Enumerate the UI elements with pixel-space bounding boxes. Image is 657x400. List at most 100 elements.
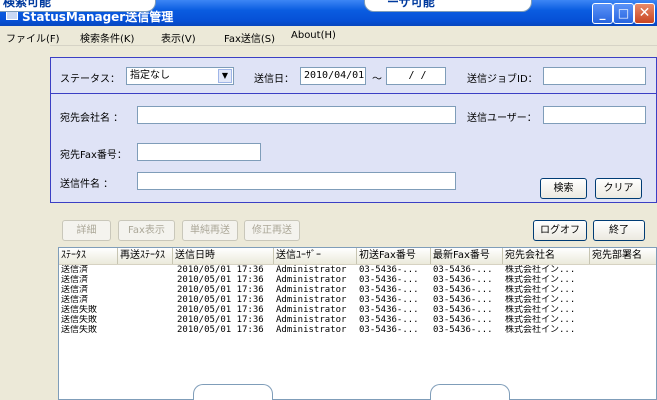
- table-row[interactable]: 送信済 2010/05/01 17:36 Administrator 03-5436-…: [59, 265, 656, 275]
- table-row[interactable]: 送信失敗 2010/05/01 17:36 Administrator 03-5436…: [59, 305, 656, 315]
- cell-latest-fax: 03-5436-...: [433, 295, 493, 305]
- send-date-label: 送信日：: [254, 74, 294, 85]
- subject-input[interactable]: [137, 172, 456, 190]
- cell-status: 送信済: [61, 275, 89, 285]
- cell-sender-user: Administrator: [276, 295, 347, 305]
- exit-button[interactable]: 終了: [593, 220, 645, 241]
- status-select[interactable]: 指定なし ▼: [126, 67, 234, 85]
- minimize-button[interactable]: _: [592, 3, 613, 24]
- app-window: StatusManager送信管理 _ □ ✕ ファイル(F) 検索条件(K) …: [0, 0, 657, 400]
- left-margin: [0, 45, 50, 400]
- bottom-callout-right: [430, 384, 510, 400]
- cell-company: 株式会社イン...: [505, 305, 576, 315]
- cell-send-datetime: 2010/05/01 17:36: [177, 265, 264, 275]
- subject-label: 送信件名 ：: [60, 179, 114, 190]
- callout-capable: ーザ可能: [364, 0, 532, 12]
- table-row[interactable]: 送信失敗 2010/05/01 17:36 Administrator 03-5436…: [59, 325, 656, 335]
- menu-view[interactable]: 表示(V): [161, 30, 196, 45]
- clear-button[interactable]: クリア: [595, 178, 642, 199]
- cell-first-fax: 03-5436-...: [359, 265, 419, 275]
- company-input[interactable]: [137, 106, 456, 124]
- column-header-sender-user[interactable]: 送信ﾕｰｻﾞｰ: [274, 248, 357, 264]
- send-date-to-input[interactable]: / /: [386, 67, 446, 85]
- cell-sender-user: Administrator: [276, 325, 347, 335]
- menu-about[interactable]: About(H): [291, 30, 336, 41]
- cell-company: 株式会社イン...: [505, 285, 576, 295]
- table-row[interactable]: 送信失敗 2010/05/01 17:36 Administrator 03-5436…: [59, 315, 656, 325]
- cell-send-datetime: 2010/05/01 17:36: [177, 285, 264, 295]
- column-header-send-datetime[interactable]: 送信日時: [173, 248, 274, 264]
- list-header: ｽﾃｰﾀｽ 再送ｽﾃｰﾀｽ 送信日時 送信ﾕｰｻﾞｰ 初送Fax番号 最新Fax…: [59, 248, 656, 265]
- cell-first-fax: 03-5436-...: [359, 285, 419, 295]
- single-resend-button[interactable]: 単純再送: [182, 220, 238, 241]
- cell-first-fax: 03-5436-...: [359, 315, 419, 325]
- table-row[interactable]: 送信済 2010/05/01 17:36 Administrator 03-5436-…: [59, 285, 656, 295]
- job-id-label: 送信ジョブID：: [467, 74, 538, 85]
- close-button[interactable]: ✕: [634, 3, 655, 24]
- menu-search-conditions[interactable]: 検索条件(K): [80, 30, 134, 45]
- cell-sender-user: Administrator: [276, 275, 347, 285]
- cell-status: 送信済: [61, 295, 89, 305]
- fax-number-input[interactable]: [137, 143, 261, 161]
- job-id-input[interactable]: [543, 67, 646, 85]
- menu-file[interactable]: ファイル(F): [6, 30, 60, 45]
- modify-resend-button[interactable]: 修正再送: [244, 220, 300, 241]
- cell-sender-user: Administrator: [276, 315, 347, 325]
- cell-status: 送信失敗: [61, 325, 98, 335]
- cell-sender-user: Administrator: [276, 285, 347, 295]
- column-header-first-fax[interactable]: 初送Fax番号: [357, 248, 431, 264]
- menu-bar: ファイル(F) 検索条件(K) 表示(V) Fax送信(S) About(H): [0, 26, 657, 46]
- cell-latest-fax: 03-5436-...: [433, 305, 493, 315]
- cell-send-datetime: 2010/05/01 17:36: [177, 315, 264, 325]
- search-panel-bottom: 宛先会社名 ： 送信ユーザー： 宛先Fax番号： 送信件名 ： 検索 クリア: [50, 93, 657, 203]
- status-label: ステータス：: [60, 74, 120, 85]
- column-header-resend-status[interactable]: 再送ｽﾃｰﾀｽ: [118, 248, 173, 264]
- column-header-latest-fax[interactable]: 最新Fax番号: [431, 248, 503, 264]
- cell-latest-fax: 03-5436-...: [433, 325, 493, 335]
- cell-first-fax: 03-5436-...: [359, 275, 419, 285]
- cell-company: 株式会社イン...: [505, 295, 576, 305]
- column-header-status[interactable]: ｽﾃｰﾀｽ: [59, 248, 118, 264]
- cell-sender-user: Administrator: [276, 265, 347, 275]
- column-header-company[interactable]: 宛先会社名: [503, 248, 590, 264]
- bottom-callout-left: [193, 384, 273, 400]
- fax-number-label: 宛先Fax番号：: [60, 150, 127, 161]
- cell-latest-fax: 03-5436-...: [433, 265, 493, 275]
- chevron-down-icon[interactable]: ▼: [218, 69, 232, 83]
- send-date-from-input[interactable]: 2010/04/01: [300, 67, 366, 85]
- cell-latest-fax: 03-5436-...: [433, 275, 493, 285]
- table-row[interactable]: 送信済 2010/05/01 17:36 Administrator 03-5436-…: [59, 275, 656, 285]
- status-select-value: 指定なし: [130, 70, 170, 81]
- maximize-button[interactable]: □: [613, 3, 634, 24]
- callout-searchable: 検索可能: [0, 0, 156, 12]
- logoff-button[interactable]: ログオフ: [533, 220, 587, 241]
- cell-send-datetime: 2010/05/01 17:36: [177, 295, 264, 305]
- search-panel-top: ステータス： 指定なし ▼ 送信日： 2010/04/01 〜 / / 送信ジョ…: [50, 57, 657, 94]
- cell-status: 送信済: [61, 285, 89, 295]
- cell-sender-user: Administrator: [276, 305, 347, 315]
- cell-company: 株式会社イン...: [505, 315, 576, 325]
- cell-first-fax: 03-5436-...: [359, 325, 419, 335]
- cell-company: 株式会社イン...: [505, 325, 576, 335]
- cell-status: 送信済: [61, 265, 89, 275]
- cell-send-datetime: 2010/05/01 17:36: [177, 325, 264, 335]
- search-button[interactable]: 検索: [540, 178, 587, 199]
- cell-status: 送信失敗: [61, 305, 98, 315]
- cell-status: 送信失敗: [61, 315, 98, 325]
- sender-user-label: 送信ユーザー：: [467, 113, 537, 124]
- cell-first-fax: 03-5436-...: [359, 305, 419, 315]
- cell-latest-fax: 03-5436-...: [433, 285, 493, 295]
- column-header-department[interactable]: 宛先部署名: [590, 248, 656, 264]
- results-list[interactable]: ｽﾃｰﾀｽ 再送ｽﾃｰﾀｽ 送信日時 送信ﾕｰｻﾞｰ 初送Fax番号 最新Fax…: [58, 247, 657, 400]
- cell-latest-fax: 03-5436-...: [433, 315, 493, 325]
- detail-button[interactable]: 詳細: [62, 220, 111, 241]
- table-row[interactable]: 送信済 2010/05/01 17:36 Administrator 03-5436-…: [59, 295, 656, 305]
- fax-view-button[interactable]: Fax表示: [118, 220, 175, 241]
- date-range-separator: 〜: [372, 74, 382, 85]
- cell-first-fax: 03-5436-...: [359, 295, 419, 305]
- menu-fax-send[interactable]: Fax送信(S): [224, 30, 275, 45]
- cell-send-datetime: 2010/05/01 17:36: [177, 275, 264, 285]
- sender-user-input[interactable]: [543, 106, 646, 124]
- cell-company: 株式会社イン...: [505, 265, 576, 275]
- cell-company: 株式会社イン...: [505, 275, 576, 285]
